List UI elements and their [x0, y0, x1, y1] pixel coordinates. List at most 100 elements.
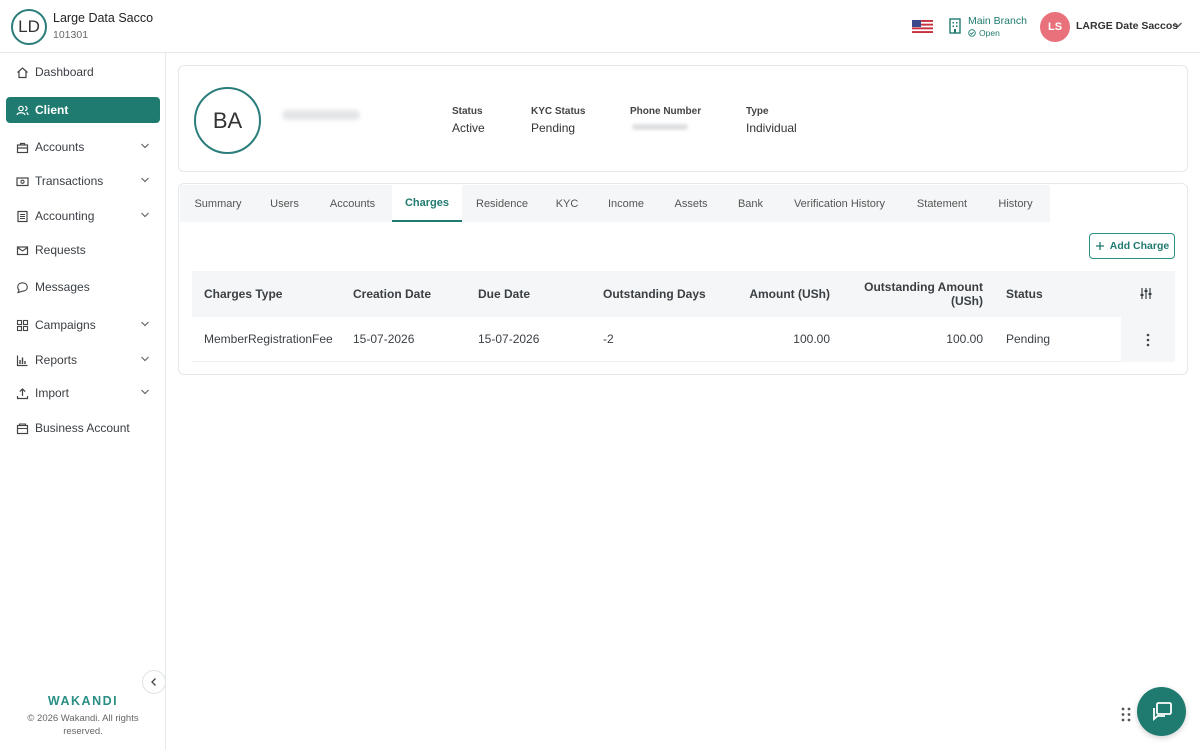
sidebar-item-label: Import — [35, 386, 70, 400]
user-name[interactable]: LARGE Date Saccos — [1076, 20, 1178, 32]
grid-icon — [15, 318, 29, 332]
more-vertical-icon — [1146, 333, 1150, 346]
sidebar-item-transactions[interactable]: Transactions — [6, 168, 160, 194]
cell-charges-type: MemberRegistrationFee — [204, 332, 333, 346]
chevron-down-icon — [141, 212, 149, 218]
tab-charges[interactable]: Charges — [392, 185, 462, 222]
chevron-left-icon — [151, 678, 156, 686]
chevron-down-icon — [141, 143, 149, 149]
status-label: Status — [452, 106, 483, 117]
plus-icon — [1095, 242, 1104, 250]
kyc-status-label: KYC Status — [531, 106, 586, 117]
top-bar: LD Large Data Sacco 101301 Main Branch O… — [0, 0, 1200, 53]
chevron-down-icon — [141, 356, 149, 362]
phone-number-label: Phone Number — [630, 106, 702, 117]
sidebar-item-requests[interactable]: Requests — [6, 237, 160, 263]
cell-outstanding-days: -2 — [603, 332, 614, 346]
column-header-status[interactable]: Status — [1006, 287, 1043, 301]
upload-icon — [15, 386, 29, 400]
sidebar-item-label: Accounting — [35, 209, 95, 223]
tab-summary[interactable]: Summary — [180, 185, 256, 222]
table-row[interactable]: MemberRegistrationFee 15-07-2026 15-07-2… — [192, 317, 1175, 362]
sidebar-item-import[interactable]: Import — [6, 380, 160, 406]
sidebar-item-campaigns[interactable]: Campaigns — [6, 312, 160, 338]
tab-residence[interactable]: Residence — [462, 185, 542, 222]
tab-statement[interactable]: Statement — [900, 185, 984, 222]
sidebar-item-accounts[interactable]: Accounts — [6, 134, 160, 160]
tab-accounts[interactable]: Accounts — [313, 185, 392, 222]
column-header-due-date[interactable]: Due Date — [478, 287, 530, 301]
tab-history[interactable]: History — [984, 185, 1047, 222]
sidebar-item-messages[interactable]: Messages — [6, 274, 160, 300]
sidebar-item-label: Dashboard — [35, 65, 94, 79]
org-code: 101301 — [53, 29, 89, 41]
check-circle-icon — [968, 29, 976, 37]
chat-icon — [15, 280, 29, 294]
tab-users[interactable]: Users — [256, 185, 313, 222]
sidebar-item-label: Campaigns — [35, 318, 96, 332]
sidebar-item-label: Client — [35, 103, 69, 117]
tab-income[interactable]: Income — [592, 185, 660, 222]
tab-bank[interactable]: Bank — [722, 185, 779, 222]
cell-status: Pending — [1006, 332, 1051, 346]
sidebar-item-label: Requests — [35, 243, 86, 257]
sidebar-item-accounting[interactable]: Accounting — [6, 203, 160, 229]
sidebar: Dashboard Client Accounts Transactions A… — [0, 53, 166, 750]
chevron-down-icon[interactable] — [1173, 21, 1183, 29]
us-flag-icon[interactable] — [912, 20, 933, 33]
tab-verification-history[interactable]: Verification History — [779, 185, 900, 222]
branch-name[interactable]: Main Branch — [968, 15, 1027, 27]
tab-kyc[interactable]: KYC — [542, 185, 592, 222]
sidebar-item-dashboard[interactable]: Dashboard — [6, 59, 160, 85]
chevron-down-icon — [141, 177, 149, 183]
column-settings-icon[interactable] — [1140, 287, 1152, 300]
cash-icon — [15, 174, 29, 188]
branch-status: Open — [968, 28, 1000, 38]
phone-number-redacted — [632, 124, 688, 130]
column-header-amount[interactable]: Amount (USh) — [712, 287, 830, 301]
kyc-status-value: Pending — [531, 121, 576, 135]
add-charge-button[interactable]: Add Charge — [1089, 233, 1175, 259]
add-charge-label: Add Charge — [1109, 240, 1170, 252]
sidebar-item-label: Transactions — [35, 174, 104, 188]
user-avatar[interactable]: LS — [1040, 12, 1070, 42]
cell-creation-date: 15-07-2026 — [353, 332, 415, 346]
users-icon — [15, 103, 29, 117]
chevron-down-icon — [141, 389, 149, 395]
cell-amount: 100.00 — [793, 332, 830, 346]
client-tabs-panel: Summary Users Accounts Charges Residence… — [178, 183, 1188, 375]
bar-chart-icon — [15, 353, 29, 367]
type-value: Individual — [746, 121, 797, 135]
column-header-charges-type[interactable]: Charges Type — [204, 287, 282, 301]
sidebar-item-label: Business Account — [35, 421, 130, 435]
chat-icon — [1152, 701, 1172, 721]
drag-handle-icon[interactable] — [1120, 706, 1132, 723]
org-avatar[interactable]: LD — [11, 9, 47, 45]
sidebar-item-client[interactable]: Client — [6, 97, 160, 123]
collapse-sidebar-button[interactable] — [142, 670, 166, 694]
column-header-outstanding-days[interactable]: Outstanding Days — [603, 287, 706, 301]
sidebar-item-reports[interactable]: Reports — [6, 347, 160, 373]
row-actions-button[interactable] — [1121, 317, 1175, 362]
briefcase-icon — [15, 140, 29, 154]
sidebar-item-label: Accounts — [35, 140, 85, 154]
brand-logo: WAKANDI — [47, 694, 119, 708]
sidebar-item-business-account[interactable]: Business Account — [6, 415, 160, 441]
sidebar-item-label: Reports — [35, 353, 78, 367]
sidebar-item-label: Messages — [35, 280, 90, 294]
cell-due-date: 15-07-2026 — [478, 332, 540, 346]
wallet-icon — [15, 421, 29, 435]
chevron-down-icon — [141, 321, 149, 327]
copyright: © 2026 Wakandi. All rights reserved. — [27, 713, 139, 737]
building-icon — [949, 18, 961, 34]
home-icon — [15, 65, 29, 79]
tab-assets[interactable]: Assets — [660, 185, 722, 222]
org-name: Large Data Sacco — [53, 11, 154, 25]
column-header-creation-date[interactable]: Creation Date — [353, 287, 431, 301]
client-profile-card: BA Status Active KYC Status Pending Phon… — [178, 65, 1188, 172]
type-label: Type — [746, 106, 769, 117]
cell-outstanding-amount: 100.00 — [946, 332, 983, 346]
branch-status-label: Open — [979, 28, 1000, 38]
chat-support-button[interactable] — [1137, 687, 1186, 736]
column-header-outstanding-amount[interactable]: Outstanding Amount — [843, 280, 983, 294]
